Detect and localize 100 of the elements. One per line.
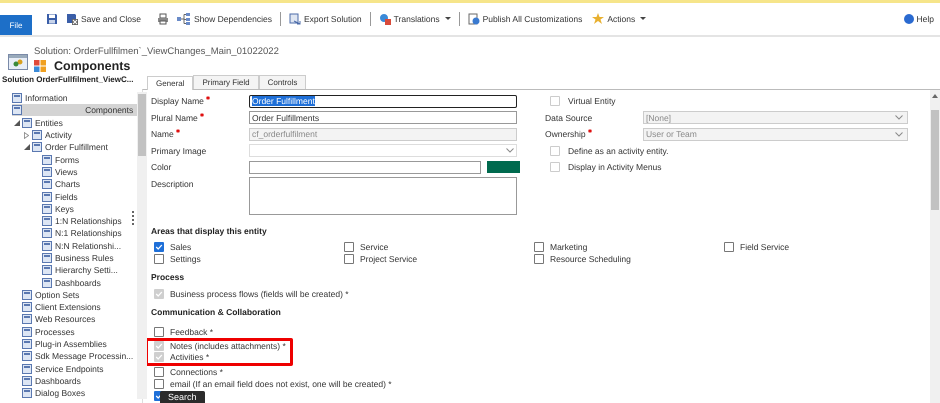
scrollbar[interactable] [137,92,148,400]
tree-item[interactable]: Dialog Boxes [22,387,138,400]
field-label: Color [151,162,172,172]
tooltip: Search [160,391,205,403]
tree-item[interactable]: Option Sets [22,288,138,301]
document-icon [22,364,32,374]
page-title: Components [54,59,130,73]
tree-item[interactable]: Entities [22,116,138,129]
export-icon [289,13,301,25]
menu-button[interactable]: Actions [590,13,648,25]
checkbox-label: Connections * [170,366,223,376]
save-icon[interactable] [46,13,58,25]
file-button[interactable]: File [0,15,32,35]
tree-item[interactable]: Forms [42,154,138,166]
tree-item[interactable]: Client Extensions [22,301,138,314]
checkbox[interactable] [154,242,164,252]
checkbox-label: Define as an activity entity. [568,146,668,156]
tree-item[interactable]: Processes [22,326,138,338]
tree-item[interactable]: Fields [42,190,138,203]
checkbox[interactable] [154,378,164,388]
tree-item[interactable]: Dashboards [42,276,138,289]
tree-item[interactable]: Keys [42,202,138,215]
description-field[interactable] [249,176,517,214]
tree-item[interactable]: Order Fulfillment [32,141,138,154]
document-icon [42,216,52,226]
checkbox-label: Service [360,242,388,252]
scroll-up-icon[interactable] [932,94,938,98]
checkbox[interactable] [534,242,544,252]
window-icon [8,54,28,72]
expand-arrow-icon[interactable] [24,144,30,150]
document-icon [42,278,52,288]
tree-item[interactable]: Hierarchy Setti... [42,264,138,276]
document-icon [22,314,32,324]
checkbox[interactable] [724,242,734,252]
help-icon [904,14,914,24]
toolbar-button[interactable]: Publish All Customizations [466,13,584,25]
color-swatch[interactable] [487,160,520,173]
checkbox-label: Activities * [170,352,210,362]
tree-item[interactable]: Sdk Message Processin... [22,350,138,362]
document-icon [22,326,32,337]
tree-item[interactable]: Service Endpoints [22,362,138,375]
tree-item[interactable]: Dashboards [22,374,138,387]
field-label: Ownership [545,129,586,140]
checkbox[interactable] [154,366,164,376]
save-close-icon [66,13,78,25]
tree-item[interactable]: N:N Relationshi... [42,240,138,252]
checkbox[interactable] [534,254,544,264]
tree-item[interactable]: Components [12,104,138,116]
checkbox[interactable] [344,242,354,252]
tree-item[interactable]: Views [42,166,138,178]
toolbar-button[interactable]: Save and Close [64,13,144,25]
printer-icon[interactable] [157,13,170,25]
document-icon [42,204,52,214]
document-icon [22,339,32,350]
tree-item[interactable]: Information [12,92,138,104]
tree-item[interactable]: Business Rules [42,252,138,264]
text-field[interactable]: Order Fulfillments [249,111,517,124]
dropdown-field[interactable] [249,144,517,158]
field-label: Description [151,178,194,188]
hierarchy-icon [177,13,192,25]
document-icon [42,154,52,165]
expand-arrow-icon[interactable] [14,120,20,126]
menu-button[interactable]: Translations [376,13,453,25]
field-label: Primary Image [151,146,206,156]
field-label: Data Source [545,112,592,123]
help-button[interactable]: Help [902,14,936,24]
tree-item[interactable]: Charts [42,178,138,190]
document-icon [42,253,52,263]
field-label: Plural Name [151,112,198,123]
field-label: Display Name [151,96,204,106]
toolbar-button[interactable]: Show Dependencies [175,13,274,25]
chevron-down-icon [506,148,514,154]
tree-item[interactable]: Activity [32,129,138,142]
tree-item[interactable]: Web Resources [22,313,138,326]
section-heading: Process [151,272,186,282]
checkbox[interactable] [154,326,164,336]
tree-item[interactable]: Plug-in Assemblies [22,338,138,350]
tab[interactable]: General [147,76,194,90]
document-icon [12,93,22,104]
tab[interactable]: Controls [258,75,306,89]
text-field[interactable]: Order Fulfillment [249,94,517,108]
toolbar-button[interactable]: Export Solution [287,13,364,25]
color-field[interactable] [249,160,481,174]
document-icon [42,192,52,202]
checkbox-label: Sales [170,242,192,252]
checkbox[interactable] [154,254,164,264]
scrollbar[interactable] [930,90,940,403]
document-icon [42,265,52,276]
document-icon [22,302,32,312]
tree-item[interactable]: N:1 Relationships [42,227,138,240]
checkbox[interactable] [344,254,354,264]
document-icon [32,130,42,140]
tree-item[interactable]: 1:N Relationships [42,215,138,228]
collapse-arrow-icon[interactable] [24,132,29,139]
checkbox-label: Business process flows (fields will be created) * [170,288,349,298]
checkbox-label: Field Service [740,242,790,252]
splitter-handle[interactable] [132,211,136,225]
document-icon [22,351,32,362]
tab[interactable]: Primary Field [193,75,259,89]
document-icon [42,179,52,190]
